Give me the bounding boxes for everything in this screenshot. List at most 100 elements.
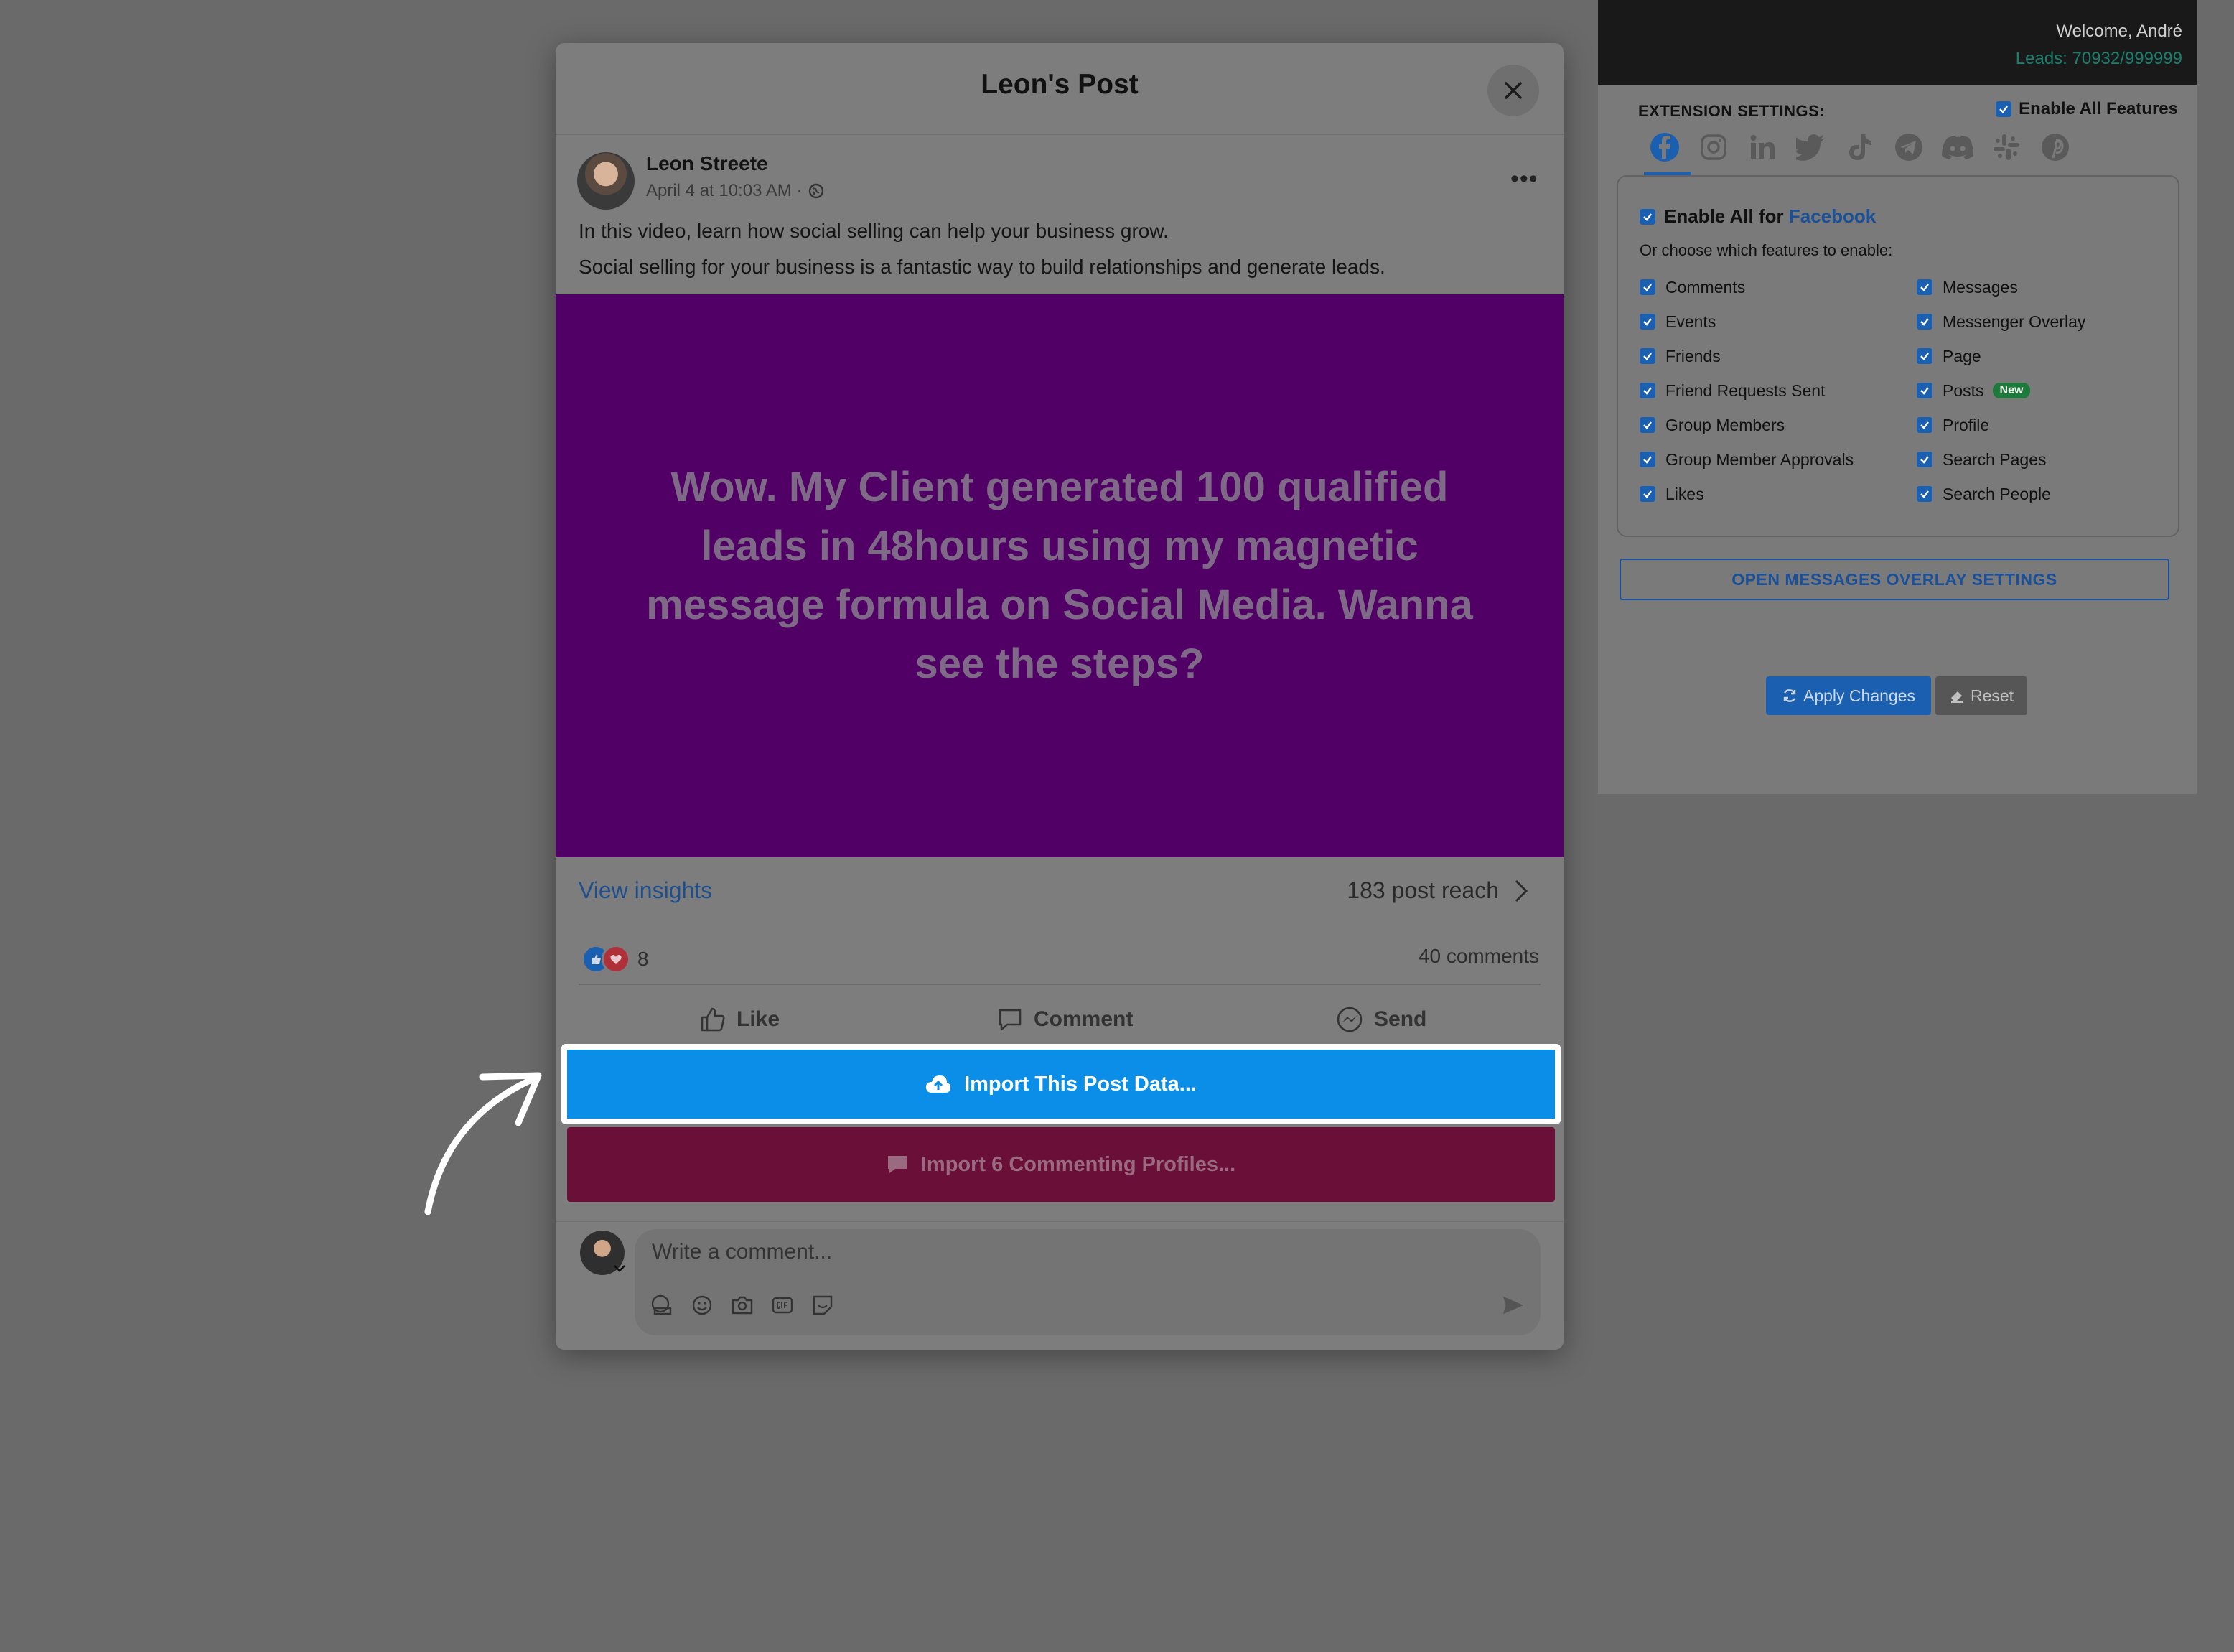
chevron-down-icon[interactable] bbox=[613, 1264, 626, 1274]
feature-toggle[interactable]: Page bbox=[1917, 339, 2085, 373]
feature-toggle[interactable]: Comments bbox=[1640, 270, 1854, 304]
checkbox-checked[interactable] bbox=[1640, 383, 1655, 398]
feature-label: Likes bbox=[1665, 484, 1704, 503]
more-options-icon[interactable]: ••• bbox=[1510, 165, 1538, 193]
checkbox-checked[interactable] bbox=[1640, 348, 1655, 364]
avatar-sticker-icon[interactable] bbox=[650, 1294, 673, 1317]
facebook-icon[interactable] bbox=[1648, 131, 1681, 164]
feature-label: Comments bbox=[1665, 277, 1746, 297]
checkbox-checked[interactable] bbox=[1640, 314, 1655, 330]
gif-icon[interactable] bbox=[771, 1294, 794, 1317]
import-post-data-button[interactable]: Import This Post Data... bbox=[561, 1044, 1561, 1124]
comment-label: Comment bbox=[1034, 1007, 1134, 1031]
twitter-icon[interactable] bbox=[1795, 131, 1828, 164]
feature-label: Events bbox=[1665, 312, 1716, 331]
enable-all-facebook-toggle[interactable]: Enable All for Facebook bbox=[1640, 205, 1876, 228]
divider bbox=[579, 984, 1541, 985]
feature-toggle[interactable]: Messages bbox=[1917, 270, 2085, 304]
feature-toggle[interactable]: Events bbox=[1640, 304, 1854, 339]
feature-toggle[interactable]: Friends bbox=[1640, 339, 1854, 373]
apply-changes-label: Apply Changes bbox=[1803, 686, 1915, 705]
checkbox-checked[interactable] bbox=[1917, 486, 1932, 502]
send-button[interactable]: Send bbox=[1335, 998, 1426, 1041]
annotation-arrow-icon bbox=[424, 1072, 542, 1215]
author-name[interactable]: Leon Streete bbox=[646, 152, 768, 175]
reset-button[interactable]: Reset bbox=[1935, 676, 2027, 715]
checkbox-checked[interactable] bbox=[1996, 101, 2012, 117]
feature-label: Messages bbox=[1943, 277, 2018, 297]
checkbox-checked[interactable] bbox=[1917, 348, 1932, 364]
welcome-text: Welcome, André bbox=[2056, 22, 2182, 41]
feature-label: Friends bbox=[1665, 346, 1721, 365]
linkedin-icon[interactable] bbox=[1746, 131, 1779, 164]
checkbox-checked[interactable] bbox=[1640, 452, 1655, 467]
messenger-icon bbox=[1337, 1007, 1363, 1032]
checkbox-checked[interactable] bbox=[1640, 417, 1655, 433]
post-modal: Leon's Post Leon Streete April 4 at 10:0… bbox=[556, 43, 1564, 1350]
feature-label: Page bbox=[1943, 346, 1981, 365]
pinterest-icon[interactable] bbox=[2039, 131, 2072, 164]
like-label: Like bbox=[737, 1007, 780, 1031]
post-reach[interactable]: 183 post reach bbox=[1347, 877, 1529, 904]
camera-icon[interactable] bbox=[731, 1294, 754, 1317]
instagram-icon[interactable] bbox=[1697, 131, 1730, 164]
feature-toggle[interactable]: Profile bbox=[1917, 408, 2085, 442]
reaction-summary[interactable]: 8 bbox=[581, 945, 649, 974]
checkbox-checked[interactable] bbox=[1640, 279, 1655, 295]
tiktok-icon[interactable] bbox=[1843, 131, 1877, 164]
author-avatar[interactable] bbox=[577, 152, 635, 210]
send-label: Send bbox=[1374, 1007, 1427, 1031]
comment-input[interactable] bbox=[650, 1239, 1443, 1265]
feature-toggle[interactable]: Search People bbox=[1917, 477, 2085, 511]
like-button[interactable]: Like bbox=[699, 998, 780, 1041]
discord-icon[interactable] bbox=[1941, 131, 1974, 164]
feature-label: Friend Requests Sent bbox=[1665, 381, 1826, 400]
sticker-icon[interactable] bbox=[811, 1294, 834, 1317]
cloud-upload-icon bbox=[926, 1075, 951, 1093]
feature-toggle[interactable]: Friend Requests Sent bbox=[1640, 373, 1854, 408]
comments-count[interactable]: 40 comments bbox=[1419, 945, 1539, 968]
import-post-data-label: Import This Post Data... bbox=[964, 1072, 1197, 1096]
view-insights-link[interactable]: View insights bbox=[579, 877, 712, 904]
extension-panel: Welcome, André Leads: 70932/999999 EXTEN… bbox=[1598, 0, 2197, 794]
post-video[interactable]: Wow. My Client generated 100 qualified l… bbox=[556, 294, 1564, 857]
enable-all-features-toggle[interactable]: Enable All Features bbox=[1996, 99, 2178, 119]
checkbox-checked[interactable] bbox=[1917, 417, 1932, 433]
telegram-icon[interactable] bbox=[1892, 131, 1925, 164]
checkbox-checked[interactable] bbox=[1917, 383, 1932, 398]
feature-toggle[interactable]: Posts New bbox=[1917, 373, 2085, 408]
send-comment-icon[interactable] bbox=[1502, 1294, 1525, 1317]
comment-icon bbox=[999, 1009, 1022, 1031]
emoji-icon[interactable] bbox=[691, 1294, 714, 1317]
feature-label: Messenger Overlay bbox=[1943, 312, 2086, 331]
comment-bubble-icon bbox=[887, 1156, 907, 1173]
platform-name-link[interactable]: Facebook bbox=[1789, 205, 1876, 227]
close-icon bbox=[1505, 82, 1522, 99]
checkbox-checked[interactable] bbox=[1640, 486, 1655, 502]
new-badge: New bbox=[1992, 383, 2031, 398]
post-timestamp[interactable]: April 4 at 10:03 AM · bbox=[646, 181, 802, 201]
post-meta: April 4 at 10:03 AM · bbox=[646, 181, 825, 201]
slack-icon[interactable] bbox=[1990, 131, 2023, 164]
import-commenting-profiles-label: Import 6 Commenting Profiles... bbox=[920, 1152, 1236, 1176]
open-messages-overlay-settings-button[interactable]: OPEN MESSAGES OVERLAY SETTINGS bbox=[1620, 559, 2169, 600]
checkbox-checked[interactable] bbox=[1917, 279, 1932, 295]
feature-toggle[interactable]: Messenger Overlay bbox=[1917, 304, 2085, 339]
import-commenting-profiles-button[interactable]: Import 6 Commenting Profiles... bbox=[567, 1127, 1555, 1202]
reaction-count: 8 bbox=[637, 948, 649, 970]
checkbox-checked[interactable] bbox=[1917, 314, 1932, 330]
love-reaction-icon bbox=[602, 945, 630, 974]
feature-toggle[interactable]: Search Pages bbox=[1917, 442, 2085, 477]
feature-toggle[interactable]: Likes bbox=[1640, 477, 1854, 511]
features-column-right: Messages Messenger Overlay Page Posts New… bbox=[1917, 270, 2085, 511]
close-button[interactable] bbox=[1487, 65, 1539, 116]
checkbox-checked[interactable] bbox=[1640, 208, 1655, 225]
feature-toggle[interactable]: Group Members bbox=[1640, 408, 1854, 442]
feature-label: Search People bbox=[1943, 484, 2051, 503]
leads-counter: Leads: 70932/999999 bbox=[2015, 49, 2182, 68]
apply-changes-button[interactable]: Apply Changes bbox=[1766, 676, 1931, 715]
comment-button[interactable]: Comment bbox=[996, 998, 1133, 1041]
feature-toggle[interactable]: Group Member Approvals bbox=[1640, 442, 1854, 477]
checkbox-checked[interactable] bbox=[1917, 452, 1932, 467]
enable-all-for-label: Enable All for bbox=[1664, 205, 1784, 227]
